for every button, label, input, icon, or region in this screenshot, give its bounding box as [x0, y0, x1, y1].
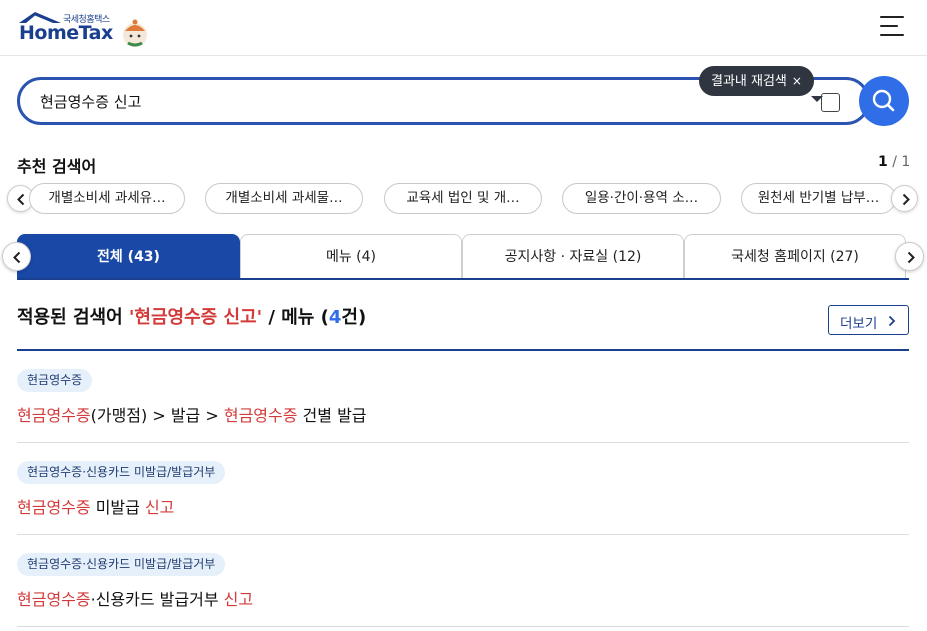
keyword-chip[interactable]: 원천세 반기별 납부…	[741, 183, 896, 214]
chevron-right-icon	[902, 193, 910, 206]
category-tag: 현금영수증	[17, 369, 93, 392]
keyword-chip[interactable]: 개별소비세 과세물…	[205, 183, 363, 214]
mascot-icon	[123, 19, 147, 47]
more-button-label: 더보기	[840, 316, 878, 332]
text-plain: 미발급	[90, 498, 145, 517]
text-highlight: 신고	[144, 498, 175, 517]
tab-menu[interactable]: 메뉴 (4)	[240, 234, 462, 279]
search-icon	[872, 89, 895, 112]
recheck-tooltip-label: 결과내 재검색	[711, 74, 787, 89]
tab-notice-library[interactable]: 공지사항 · 자료실 (12)	[462, 234, 684, 279]
result-link[interactable]: 현금영수증·신용카드 발급거부 신고	[17, 586, 253, 610]
menu-bar	[880, 34, 904, 36]
text-highlight: 신고	[223, 590, 254, 609]
category-tag: 현금영수증·신용카드 미발급/발급거부	[17, 461, 226, 484]
tabs-next-button[interactable]	[895, 242, 924, 271]
recommended-pager: 1 / 1	[878, 154, 910, 170]
result-count: 4	[328, 307, 342, 328]
recheck-tooltip: 결과내 재검색 ×	[699, 66, 823, 102]
chevron-right-icon	[907, 251, 915, 264]
result-link[interactable]: 현금영수증 미발급 신고	[17, 494, 174, 518]
tabs-prev-button[interactable]	[2, 242, 31, 271]
hamburger-menu-button[interactable]	[880, 15, 904, 37]
chevron-right-icon	[888, 315, 896, 327]
text-highlight: 현금영수증	[17, 590, 91, 609]
recommended-title: 추천 검색어	[17, 157, 97, 176]
menu-bar	[880, 25, 898, 27]
keyword-chip[interactable]: 일용·간이·용역 소…	[562, 183, 721, 214]
result-query: '현금영수증 신고'	[128, 307, 263, 328]
recheck-checkbox[interactable]	[821, 93, 840, 112]
chips-next-button[interactable]	[891, 185, 918, 212]
keyword-chip[interactable]: 교육세 법인 및 개…	[384, 183, 542, 214]
text-plain: (가맹점) > 발급 >	[90, 406, 224, 425]
text-plain: ·신용카드 발급거부	[90, 590, 224, 609]
text-plain: 건별 발급	[297, 406, 367, 425]
text-highlight: 현금영수증	[223, 406, 298, 425]
header: 국세청홈택스 HomeTax	[0, 0, 927, 56]
pager-total: / 1	[892, 154, 911, 170]
hometax-logo[interactable]: 국세청홈택스 HomeTax	[17, 10, 157, 50]
result-link[interactable]: 현금영수증(가맹점) > 발급 > 현금영수증 건별 발급	[17, 402, 367, 426]
tab-nts-homepage[interactable]: 국세청 홈페이지 (27)	[684, 234, 906, 279]
result-item: 현금영수증 현금영수증(가맹점) > 발급 > 현금영수증 건별 발급	[17, 351, 909, 443]
keyword-chip[interactable]: 개별소비세 과세유…	[29, 183, 185, 214]
category-tag: 현금영수증·신용카드 미발급/발급거부	[17, 553, 226, 576]
result-item: 현금영수증·신용카드 미발급/발급거부 현금영수증 미발급 신고	[17, 443, 909, 535]
result-title: 적용된 검색어 '현금영수증 신고' / 메뉴 (4건)	[17, 303, 366, 329]
text-highlight: 현금영수증	[17, 498, 91, 517]
result-title-suffix: 건)	[341, 307, 367, 328]
logo-text: HomeTax	[19, 22, 113, 44]
chevron-left-icon	[13, 251, 21, 264]
text-highlight: 현금영수증	[17, 406, 91, 425]
tabs-underline	[17, 278, 909, 280]
search-button[interactable]	[859, 76, 909, 126]
more-button[interactable]: 더보기	[828, 305, 909, 335]
menu-bar	[880, 16, 904, 18]
search-input[interactable]	[40, 89, 640, 113]
result-title-middle: / 메뉴 (	[262, 307, 329, 328]
close-icon[interactable]: ×	[792, 74, 802, 88]
result-title-prefix: 적용된 검색어	[17, 307, 129, 328]
pager-current: 1	[878, 154, 888, 170]
result-item: 현금영수증·신용카드 미발급/발급거부 현금영수증·신용카드 발급거부 신고	[17, 535, 909, 627]
tab-all[interactable]: 전체 (43)	[17, 234, 240, 279]
